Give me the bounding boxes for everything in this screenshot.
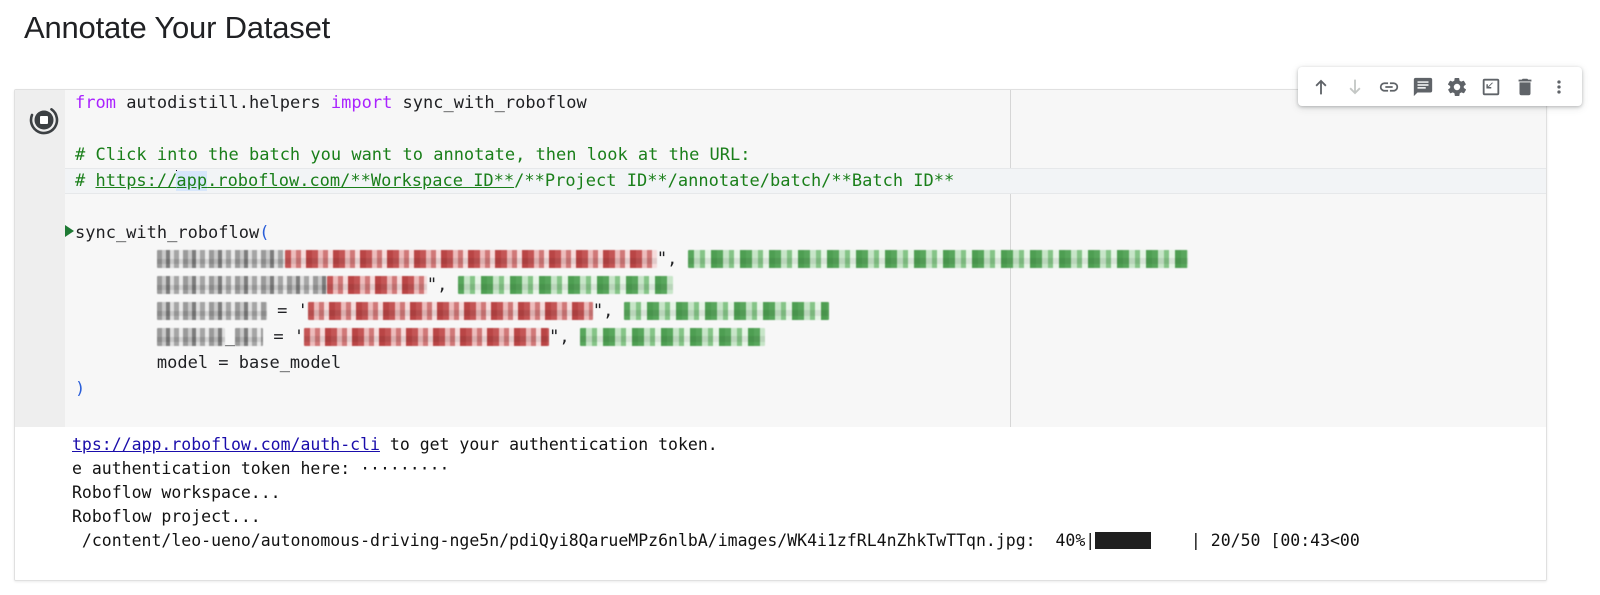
redacted-green-text — [457, 276, 673, 294]
code-token: https:// — [95, 171, 178, 191]
output-text: e authentication token here: ········· — [72, 459, 450, 478]
code-token: ", — [656, 249, 688, 269]
code-token: # — [75, 171, 96, 191]
redacted-red-text — [304, 328, 550, 346]
code-token: sync_with_roboflow — [392, 93, 587, 113]
comment-icon — [1413, 77, 1433, 96]
copy-cell-link-button[interactable] — [1372, 70, 1406, 104]
page-title: Annotate Your Dataset — [24, 10, 331, 45]
auth-cli-link[interactable]: tps://app.roboflow.com/auth-cli — [72, 435, 380, 454]
code-token: ", — [549, 327, 580, 347]
code-token: autodistill.helpers — [115, 93, 331, 113]
move-cell-up-button[interactable] — [1304, 70, 1338, 104]
redacted-green-text — [687, 250, 1188, 268]
output-text: to get your authentication token. — [379, 435, 718, 454]
code-token: sync_with_roboflow — [75, 223, 260, 243]
code-token: ", — [426, 275, 458, 295]
code-line[interactable]: = ' ", — [65, 298, 1546, 324]
code-token: _ — [224, 327, 236, 347]
code-line[interactable]: model = base_model — [65, 350, 1546, 376]
output-text: Roboflow workspace... — [72, 483, 281, 502]
stop-circle-icon — [29, 105, 59, 135]
code-editor-region[interactable]: from autodistill.helpers import sync_wit… — [15, 90, 1546, 427]
output-line: /content/leo-ueno/autonomous-driving-nge… — [15, 529, 1546, 553]
output-text: /content/leo-ueno/autonomous-driving-nge… — [72, 531, 1096, 550]
code-line[interactable]: ) — [65, 376, 1546, 402]
code-fold-triangle-icon[interactable] — [65, 225, 74, 237]
code-line[interactable]: # Click into the batch you want to annot… — [65, 142, 1546, 168]
code-lines[interactable]: from autodistill.helpers import sync_wit… — [65, 90, 1546, 402]
redacted-green-text — [623, 302, 829, 320]
notebook-code-cell[interactable]: from autodistill.helpers import sync_wit… — [14, 89, 1547, 581]
code-line[interactable] — [65, 116, 1546, 142]
mirror-cell-button[interactable] — [1474, 70, 1508, 104]
code-token: import — [330, 93, 393, 113]
redacted-red-text — [284, 250, 657, 268]
link-icon — [1379, 81, 1399, 92]
progress-bar-fill — [1095, 532, 1152, 549]
cell-settings-button[interactable] — [1440, 70, 1474, 104]
redacted-grey-text — [235, 328, 264, 346]
open-in-new-icon — [1482, 78, 1500, 95]
code-token: app — [176, 171, 208, 191]
code-token: ", — [592, 301, 624, 321]
move-cell-down-button — [1338, 70, 1372, 104]
code-token: ( — [259, 223, 270, 243]
cell-output-region[interactable]: tps://app.roboflow.com/auth-cli to get y… — [15, 428, 1546, 580]
redacted-grey-text — [156, 250, 285, 268]
redacted-grey-text — [156, 276, 327, 294]
output-line: tps://app.roboflow.com/auth-cli to get y… — [15, 433, 1546, 457]
redacted-grey-text — [156, 302, 267, 320]
more-cell-actions-button[interactable] — [1542, 70, 1576, 104]
delete-cell-button[interactable] — [1508, 70, 1542, 104]
more-vert-icon — [1557, 79, 1561, 94]
code-line[interactable]: ", — [65, 272, 1546, 298]
code-token: .roboflow.com/**Workspace ID** — [207, 171, 515, 191]
arrow-down-icon — [1349, 79, 1361, 94]
output-lines: tps://app.roboflow.com/auth-cli to get y… — [15, 433, 1546, 553]
code-token: = ' — [266, 301, 308, 321]
arrow-up-icon — [1315, 79, 1327, 94]
redacted-green-text — [579, 328, 765, 346]
code-token: model = base_model — [75, 353, 342, 373]
cell-gutter — [15, 90, 65, 427]
gear-icon — [1447, 77, 1467, 96]
code-token: # Click into the batch you want to annot… — [75, 145, 751, 165]
code-line[interactable]: # https://app.roboflow.com/**Workspace I… — [65, 168, 1546, 194]
output-line: Roboflow project... — [15, 505, 1546, 529]
output-line: Roboflow workspace... — [15, 481, 1546, 505]
output-line: e authentication token here: ········· — [15, 457, 1546, 481]
code-token: /**Project ID**/annotate/batch/**Batch I… — [514, 171, 955, 191]
cell-toolbar[interactable] — [1298, 67, 1582, 106]
redacted-red-text — [326, 276, 427, 294]
code-line[interactable] — [65, 194, 1546, 220]
redacted-grey-text — [156, 328, 225, 346]
output-text: Roboflow project... — [72, 507, 261, 526]
code-line[interactable]: _ = ' ", — [65, 324, 1546, 350]
code-line[interactable]: sync_with_roboflow( — [65, 220, 1546, 246]
code-token: from — [75, 93, 116, 113]
output-text: | 20/50 [00:43<00 — [1151, 531, 1360, 550]
code-token: = ' — [263, 327, 305, 347]
add-comment-button[interactable] — [1406, 70, 1440, 104]
redacted-red-text — [307, 302, 593, 320]
code-line[interactable]: ", — [65, 246, 1546, 272]
trash-icon — [1518, 78, 1532, 95]
code-token: ) — [75, 379, 86, 399]
code-scroll-viewport[interactable]: from autodistill.helpers import sync_wit… — [65, 90, 1546, 427]
stop-cell-button[interactable] — [29, 105, 59, 135]
